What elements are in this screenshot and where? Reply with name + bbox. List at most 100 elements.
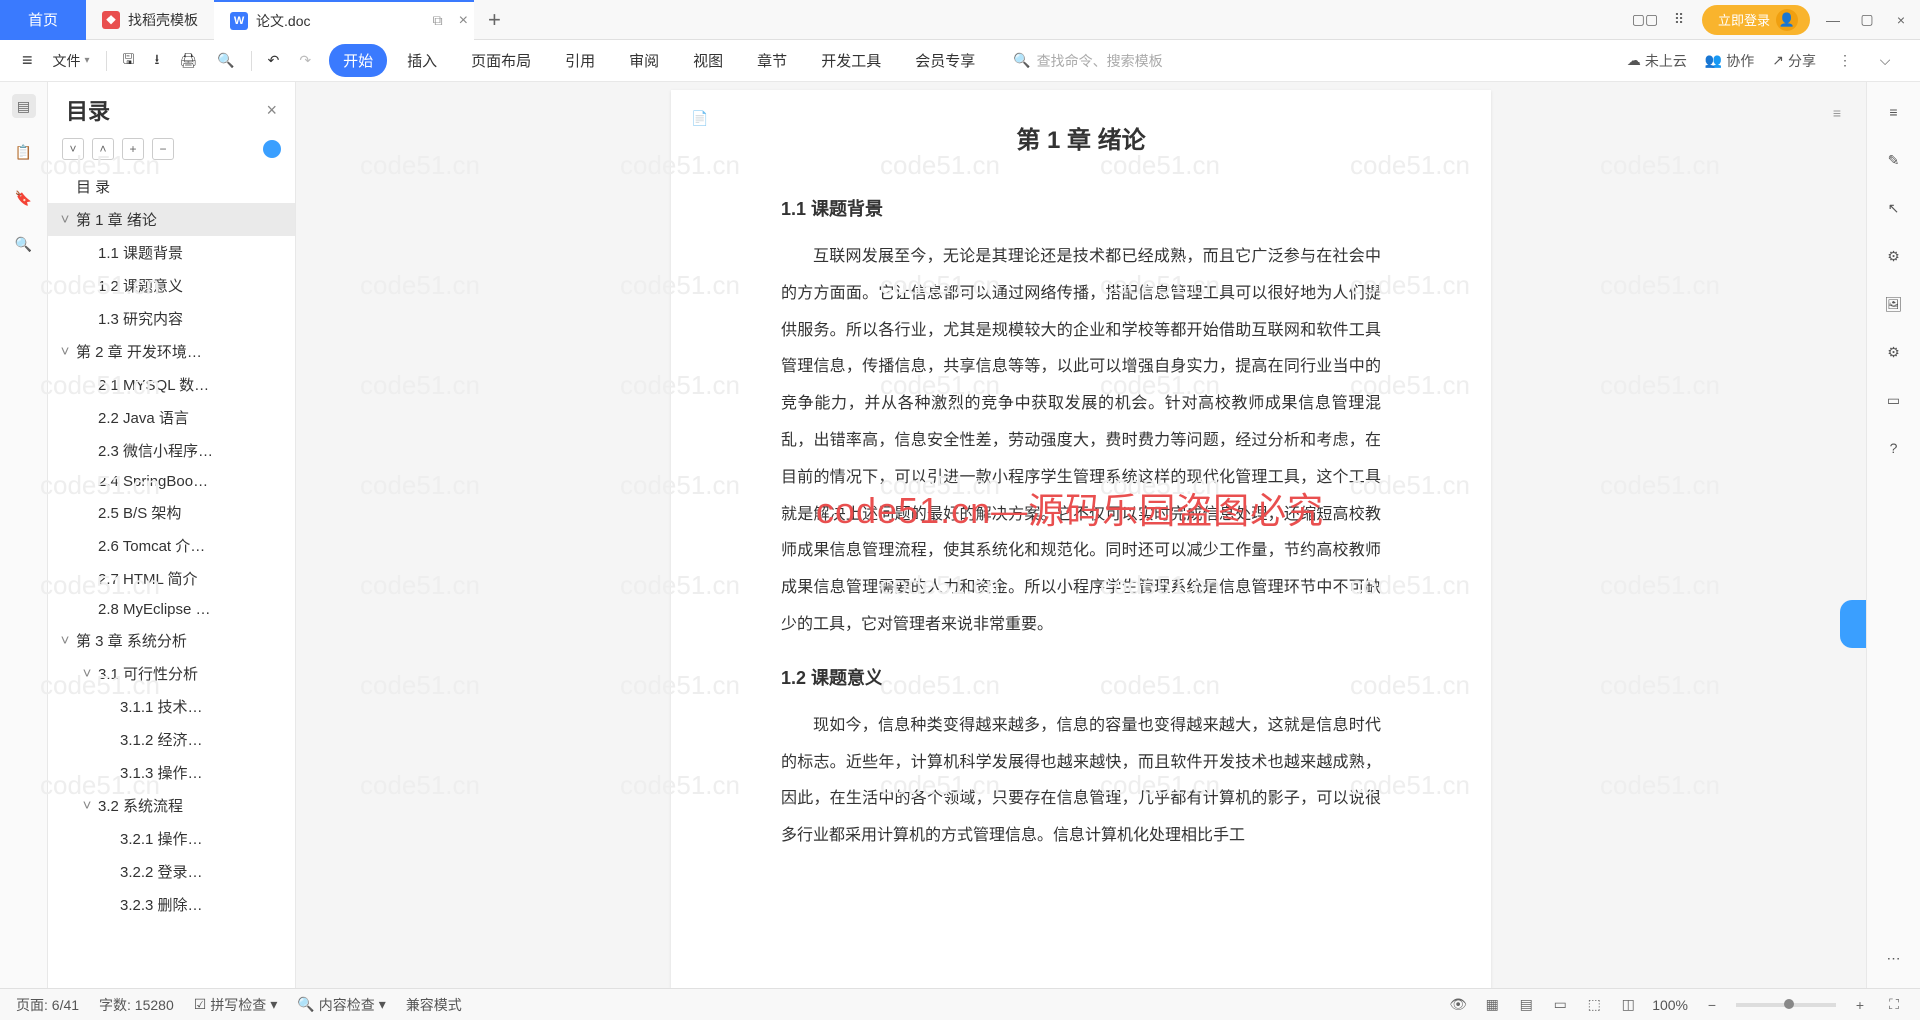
- tab-template[interactable]: ❖ 找稻壳模板: [86, 0, 214, 40]
- gear-icon[interactable]: ⚙: [1882, 340, 1906, 364]
- options-handle-icon[interactable]: ≡: [1822, 98, 1852, 128]
- ribbon-ref[interactable]: 引用: [551, 44, 609, 77]
- save-icon[interactable]: 🖫: [115, 45, 143, 77]
- fullscreen-icon[interactable]: ⛶: [1884, 995, 1904, 1015]
- document-area[interactable]: ≡ 📄 第 1 章 绪论 1.1 课题背景 互联网发展至今，无论是其理论还是技术…: [296, 82, 1866, 988]
- outline-item[interactable]: 2.1 MYSQL 数…: [48, 368, 295, 401]
- share-button[interactable]: ↗ 分享: [1772, 51, 1816, 71]
- file-menu[interactable]: 文件 ▾: [45, 47, 98, 75]
- minimize-icon[interactable]: —: [1822, 9, 1844, 31]
- undo-icon[interactable]: ↶: [260, 48, 288, 73]
- outline-item[interactable]: 2.3 微信小程序…: [48, 434, 295, 467]
- outline-item[interactable]: 3.2.3 删除…: [48, 888, 295, 921]
- side-handle[interactable]: [1840, 600, 1866, 648]
- outline-item[interactable]: 目 录: [48, 170, 295, 203]
- collapse-all-icon[interactable]: ˅: [62, 138, 84, 160]
- outline-item[interactable]: 2.8 MyEclipse …: [48, 595, 295, 624]
- device-icon[interactable]: ▭: [1882, 388, 1906, 412]
- zoom-in-icon[interactable]: +: [1850, 995, 1870, 1015]
- more-tools-icon[interactable]: ⋯: [1882, 946, 1906, 970]
- dual-view-icon[interactable]: ⧉: [433, 12, 443, 30]
- outline-close-icon[interactable]: ×: [266, 100, 277, 121]
- ribbon-start[interactable]: 开始: [329, 44, 387, 77]
- page-count[interactable]: 页面: 6/41: [16, 995, 79, 1015]
- tab-label: 论文.doc: [256, 11, 310, 31]
- apps-icon[interactable]: ⠿: [1668, 9, 1690, 31]
- clipboard-icon[interactable]: 📋: [12, 140, 36, 164]
- zoom-slider[interactable]: [1736, 1003, 1836, 1007]
- outline-item[interactable]: 2.4 SpringBoo…: [48, 467, 295, 496]
- zoom-out-icon[interactable]: −: [1702, 995, 1722, 1015]
- help-icon[interactable]: ?: [1882, 436, 1906, 460]
- outline-item[interactable]: 3.1.3 操作…: [48, 756, 295, 789]
- compat-mode[interactable]: 兼容模式: [406, 995, 462, 1015]
- pen-icon[interactable]: ✎: [1882, 148, 1906, 172]
- view-outline-icon[interactable]: ⬚: [1584, 995, 1604, 1015]
- cursor-icon[interactable]: ↖: [1882, 196, 1906, 220]
- coop-button[interactable]: 👥 协作: [1705, 51, 1754, 71]
- outline-item[interactable]: 1.2 课题意义: [48, 269, 295, 302]
- maximize-icon[interactable]: ▢: [1856, 9, 1878, 31]
- more-icon[interactable]: ⋮: [1834, 50, 1856, 72]
- ribbon-dev[interactable]: 开发工具: [807, 44, 895, 77]
- ribbon-review[interactable]: 审阅: [615, 44, 673, 77]
- outline-icon[interactable]: ▤: [12, 94, 36, 118]
- remove-icon[interactable]: −: [152, 138, 174, 160]
- ribbon-insert[interactable]: 插入: [393, 44, 451, 77]
- outline-item[interactable]: 2.7 HTML 简介: [48, 562, 295, 595]
- avatar-icon: 👤: [1776, 9, 1798, 31]
- login-button[interactable]: 立即登录 👤: [1702, 5, 1810, 35]
- content-check[interactable]: 🔍 内容检查 ▾: [297, 995, 385, 1015]
- layout-icon[interactable]: ▢▢: [1634, 9, 1656, 31]
- cloud-status[interactable]: ☁ 未上云: [1627, 51, 1687, 71]
- outline-item[interactable]: 1.3 研究内容: [48, 302, 295, 335]
- outline-item[interactable]: 2.5 B/S 架构: [48, 496, 295, 529]
- bookmark-icon[interactable]: 🔖: [12, 186, 36, 210]
- view-web-icon[interactable]: ▭: [1550, 995, 1570, 1015]
- image-icon[interactable]: 🖼: [1882, 292, 1906, 316]
- outline-item[interactable]: 3.2.2 登录…: [48, 855, 295, 888]
- word-count[interactable]: 字数: 15280: [99, 995, 174, 1015]
- ribbon-vip[interactable]: 会员专享: [901, 44, 989, 77]
- page: 📄 第 1 章 绪论 1.1 课题背景 互联网发展至今，无论是其理论还是技术都已…: [671, 90, 1491, 988]
- outline-item[interactable]: ˅3.2 系统流程: [48, 789, 295, 822]
- settings-slider-icon[interactable]: ⚙: [1882, 244, 1906, 268]
- outline-tree[interactable]: 目 录˅第 1 章 绪论1.1 课题背景1.2 课题意义1.3 研究内容˅第 2…: [48, 170, 295, 988]
- collapse-ribbon-icon[interactable]: ⌵: [1874, 50, 1896, 72]
- spellcheck-toggle[interactable]: ☑ 拼写检查 ▾: [194, 995, 278, 1015]
- outline-item[interactable]: 3.1.2 经济…: [48, 723, 295, 756]
- outline-item[interactable]: 1.1 课题背景: [48, 236, 295, 269]
- new-tab-button[interactable]: +: [474, 7, 515, 33]
- print-icon[interactable]: 🖨: [171, 48, 205, 73]
- outline-item[interactable]: ˅3.1 可行性分析: [48, 657, 295, 690]
- ribbon-layout[interactable]: 页面布局: [457, 44, 545, 77]
- command-search[interactable]: 🔍 查找命令、搜索模板: [1013, 51, 1162, 71]
- add-icon[interactable]: +: [122, 138, 144, 160]
- expand-all-icon[interactable]: ˄: [92, 138, 114, 160]
- outline-item[interactable]: ˅第 2 章 开发环境…: [48, 335, 295, 368]
- outline-item[interactable]: 2.2 Java 语言: [48, 401, 295, 434]
- export-icon[interactable]: ⭳: [146, 45, 167, 77]
- outline-item[interactable]: 3.2.1 操作…: [48, 822, 295, 855]
- view-page-icon[interactable]: ▦: [1482, 995, 1502, 1015]
- arrange-icon[interactable]: ◫: [1618, 995, 1638, 1015]
- close-icon[interactable]: ×: [459, 12, 468, 30]
- tab-home[interactable]: 首页: [0, 0, 86, 40]
- outline-item[interactable]: 2.6 Tomcat 介…: [48, 529, 295, 562]
- outline-item[interactable]: 3.1.1 技术…: [48, 690, 295, 723]
- view-read-icon[interactable]: ▤: [1516, 995, 1536, 1015]
- menu-icon[interactable]: ≡: [14, 46, 41, 75]
- ribbon-view[interactable]: 视图: [679, 44, 737, 77]
- ribbon-chapter[interactable]: 章节: [743, 44, 801, 77]
- redo-icon[interactable]: ↷: [291, 48, 319, 73]
- outline-item[interactable]: ˅第 3 章 系统分析: [48, 624, 295, 657]
- hamburger-icon[interactable]: ≡: [1882, 100, 1906, 124]
- zoom-level[interactable]: 100%: [1652, 997, 1688, 1013]
- find-icon[interactable]: 🔍: [12, 232, 36, 256]
- outline-item[interactable]: ˅第 1 章 绪论: [48, 203, 295, 236]
- window-close-icon[interactable]: ×: [1890, 9, 1912, 31]
- eye-icon[interactable]: 👁: [1448, 995, 1468, 1015]
- tab-document[interactable]: W 论文.doc ⧉ ×: [214, 0, 474, 40]
- sync-icon[interactable]: [263, 140, 281, 158]
- preview-icon[interactable]: 🔍: [209, 48, 242, 73]
